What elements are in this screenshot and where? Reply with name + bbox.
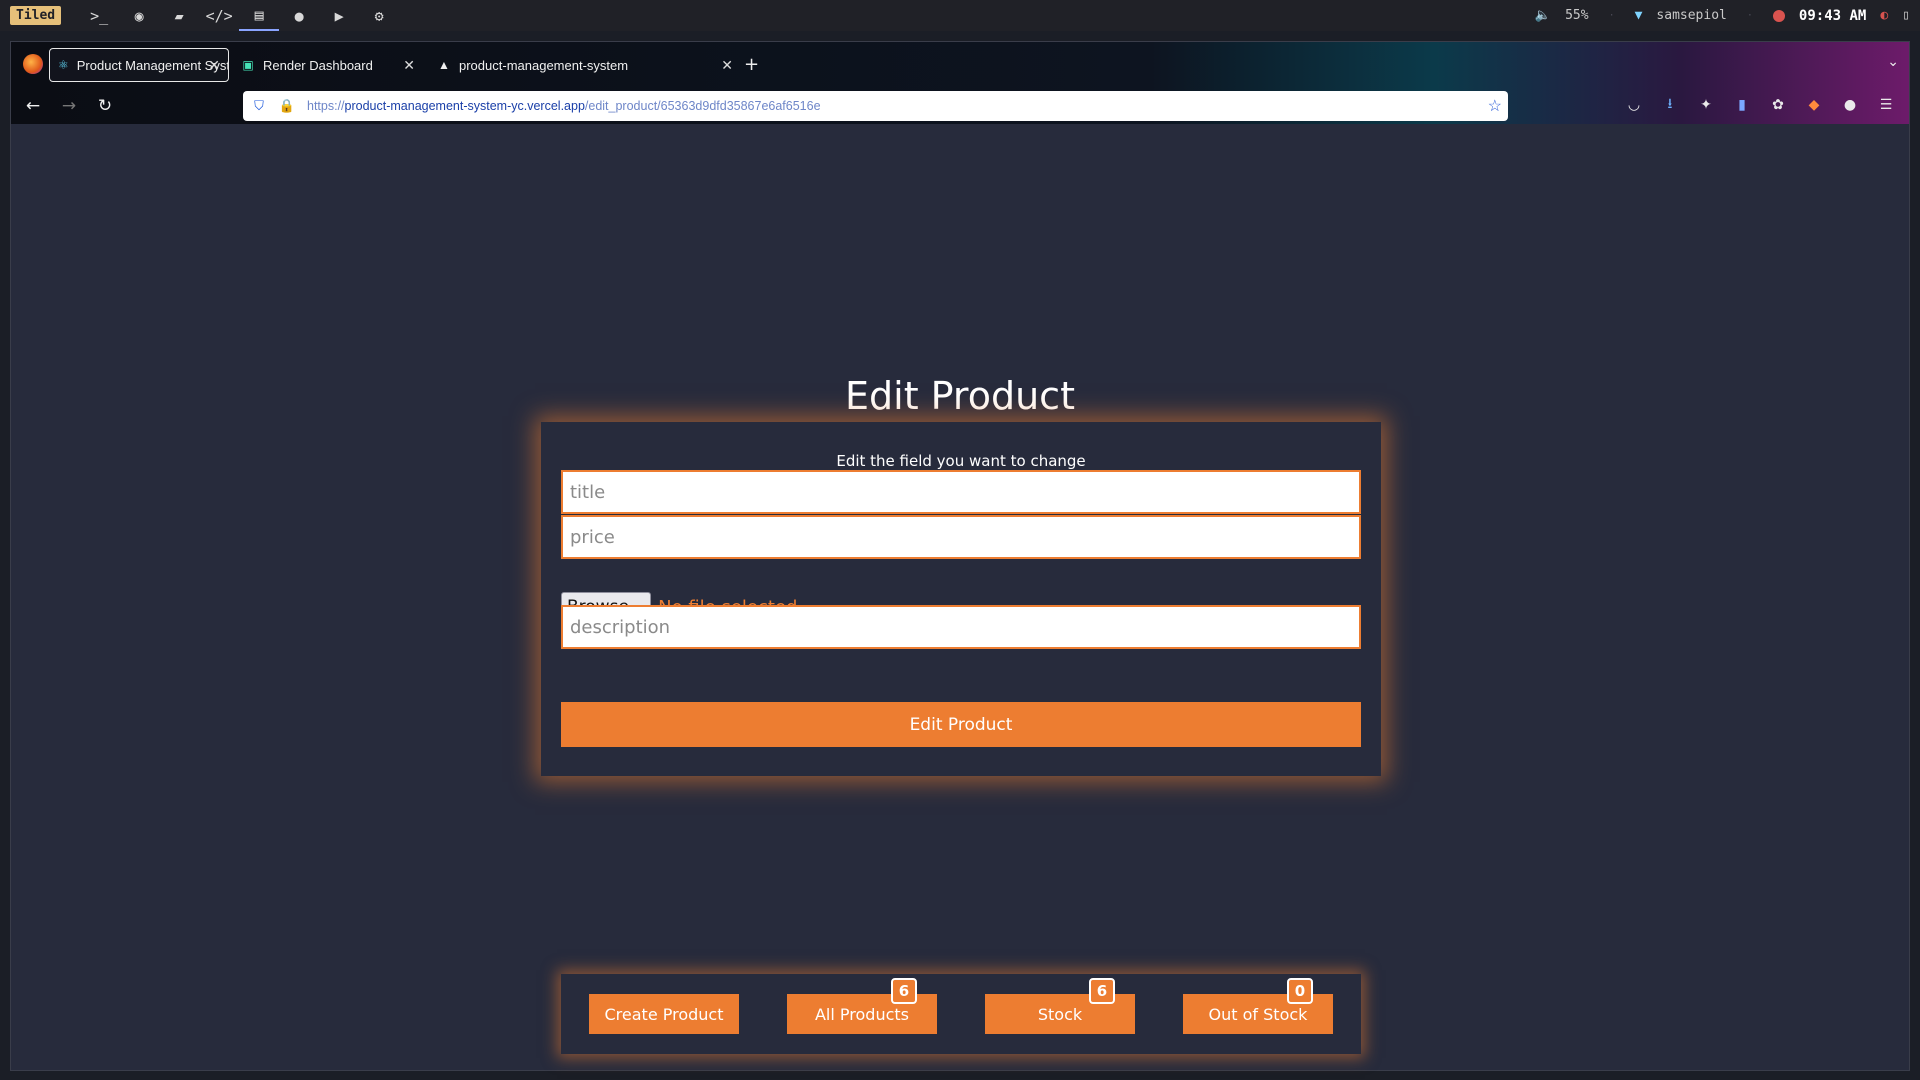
all-products-count-badge: 6 (891, 978, 917, 1004)
pocket-icon[interactable]: ◡ (1623, 94, 1645, 116)
browser-window: ⚛ Product Management System ✕ ▣ Render D… (10, 41, 1910, 1071)
edit-product-button[interactable]: Edit Product (561, 702, 1361, 747)
firefox-icon[interactable]: ◉ (119, 0, 159, 31)
create-product-button[interactable]: Create Product (589, 994, 739, 1034)
bookmark-star-icon[interactable]: ☆ (1488, 96, 1502, 116)
edit-product-form: Edit the field you want to change Browse… (541, 422, 1381, 776)
description-input[interactable] (561, 605, 1361, 649)
download-icon[interactable]: ⭳ (1659, 94, 1681, 116)
youtube-icon[interactable]: ▶ (319, 0, 359, 31)
cookie-icon[interactable]: ✿ (1767, 94, 1789, 116)
shield-icon[interactable]: ⛉ (247, 98, 271, 114)
record-icon[interactable] (1772, 9, 1785, 22)
volume-icon[interactable]: 🔈 (1535, 8, 1551, 23)
fox-extension-icon[interactable]: ◆ (1803, 94, 1825, 116)
react-icon: ⚛ (58, 58, 69, 72)
menu-icon[interactable]: ☰ (1875, 94, 1897, 116)
reload-button[interactable]: ↻ (87, 91, 123, 121)
vercel-icon: ▲ (438, 58, 450, 72)
price-input[interactable] (561, 515, 1361, 559)
close-icon[interactable]: ✕ (403, 57, 415, 74)
stock-count-badge: 6 (1089, 978, 1115, 1004)
new-tab-button[interactable]: + (744, 54, 759, 75)
clock: 09:43 AM (1798, 7, 1867, 24)
separator-dot: · (1608, 10, 1615, 21)
tab-render-dashboard[interactable]: ▣ Render Dashboard ✕ (233, 48, 423, 82)
firefox-logo-icon[interactable] (23, 54, 43, 74)
chevron-down-icon[interactable]: ⌄ (1887, 54, 1899, 70)
bottom-navigation: Create Product All Products 6 Stock 6 Ou… (561, 974, 1361, 1054)
render-icon: ▣ (242, 58, 254, 72)
url-path: /edit_product/65363d9dfd35867e6af6516e (584, 99, 821, 113)
tiling-mode-indicator[interactable]: Tiled (10, 6, 62, 25)
network-name: samsepiol (1656, 8, 1727, 23)
code-icon[interactable]: </> (199, 0, 239, 31)
tab-vercel-project[interactable]: ▲ product-management-system ✕ (429, 48, 741, 82)
notes-icon[interactable]: ▤ (239, 0, 280, 31)
url-text[interactable]: https://product-management-system-yc.ver… (307, 99, 821, 113)
tab-title: Product Management System (76, 57, 228, 73)
panel-launchers: >_ ◉ ▰ </> ▤ ● ▶ ⚙ (79, 0, 399, 31)
battery-icon: ▯ (1902, 8, 1910, 23)
out-of-stock-count-badge: 0 (1287, 978, 1313, 1004)
address-bar[interactable]: ⛉ 🔒 https://product-management-system-yc… (243, 91, 1508, 121)
panel-status-area: 🔈 55% · ▼ samsepiol · 09:43 AM ◐ ▯ (1535, 0, 1910, 31)
back-button[interactable]: ← (15, 91, 51, 121)
folder-icon[interactable]: ▰ (159, 0, 199, 31)
page-title: Edit Product (845, 374, 1075, 418)
lock-icon[interactable]: 🔒 (275, 98, 299, 114)
page-content: Edit Product Edit the field you want to … (11, 124, 1909, 1070)
separator-dot: · (1746, 10, 1753, 21)
system-tray-icon[interactable]: ◐ (1880, 8, 1888, 23)
form-subtitle: Edit the field you want to change (836, 452, 1086, 470)
chat-icon[interactable]: ● (279, 0, 319, 31)
settings-icon[interactable]: ⚙ (359, 0, 399, 31)
title-input[interactable] (561, 470, 1361, 514)
navigation-toolbar: ← → ↻ ⛉ 🔒 https://product-management-sys… (11, 88, 1909, 124)
close-icon[interactable]: ✕ (208, 57, 220, 74)
profile-icon[interactable]: ● (1839, 94, 1861, 116)
tab-title: Render Dashboard (263, 57, 373, 73)
terminal-icon[interactable]: >_ (79, 0, 119, 31)
volume-level: 55% (1565, 8, 1589, 23)
forward-button[interactable]: → (51, 91, 87, 121)
desktop-top-panel: Tiled >_ ◉ ▰ </> ▤ ● ▶ ⚙ 🔈 55% · ▼ samse… (0, 0, 1920, 31)
tab-title: product-management-system (459, 57, 629, 73)
toolbar-icons: ◡ ⭳ ✦ ▮ ✿ ◆ ● ☰ (1623, 94, 1897, 116)
close-icon[interactable]: ✕ (721, 57, 733, 74)
sidebar-icon[interactable]: ▮ (1731, 94, 1753, 116)
url-scheme: https:// (307, 99, 345, 113)
extensions-icon[interactable]: ✦ (1695, 94, 1717, 116)
wifi-icon[interactable]: ▼ (1635, 8, 1643, 23)
tab-strip: ⚛ Product Management System ✕ ▣ Render D… (11, 42, 1909, 88)
tab-product-management[interactable]: ⚛ Product Management System ✕ (49, 48, 229, 82)
url-host: product-management-system-yc.vercel.app (344, 99, 585, 113)
